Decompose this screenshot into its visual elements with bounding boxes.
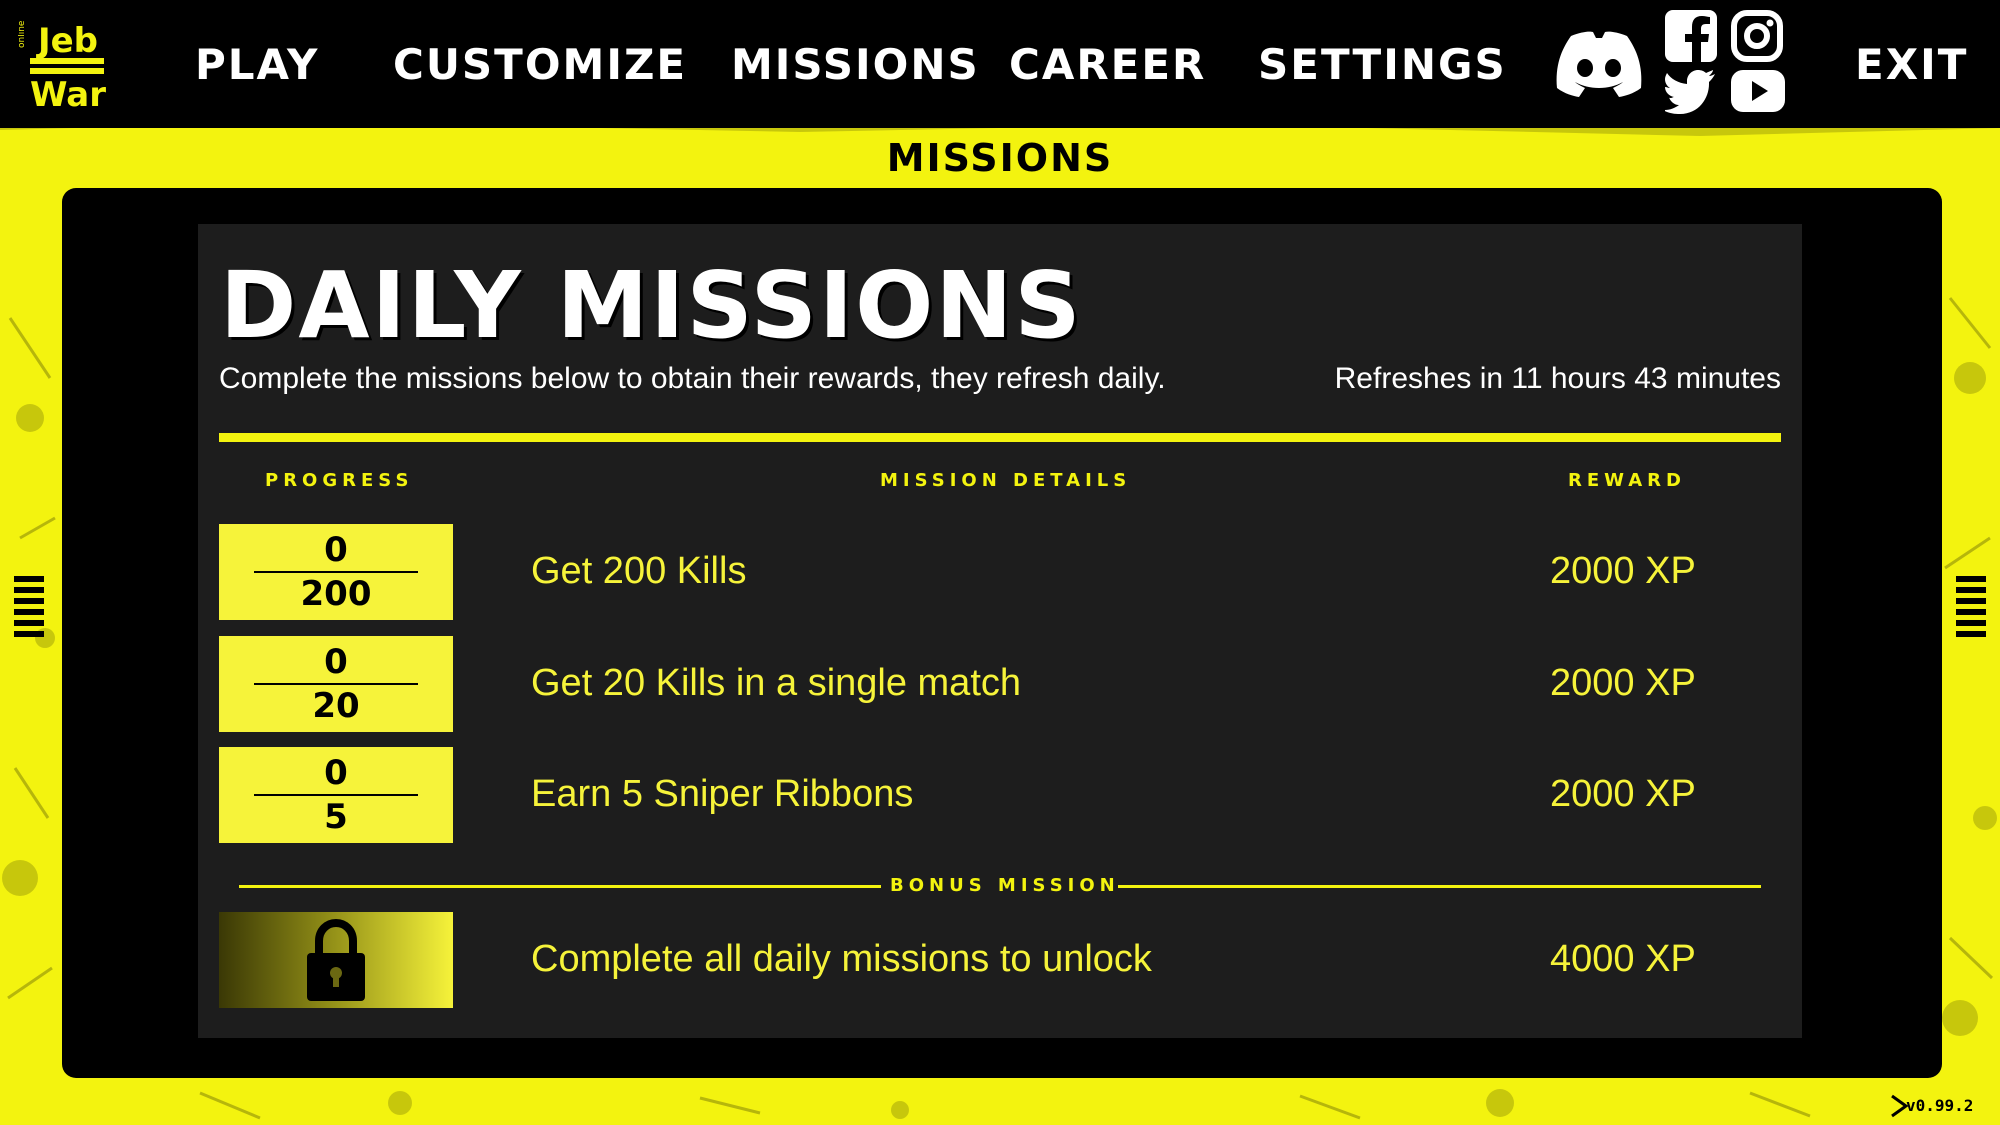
mission-reward: 2000 XP: [1550, 773, 1696, 815]
section-title: MISSIONS: [886, 136, 1114, 180]
progress-current: 0: [324, 753, 348, 793]
column-header-progress: PROGRESS: [265, 470, 414, 491]
title-divider: [219, 433, 1781, 442]
youtube-icon[interactable]: [1731, 70, 1785, 112]
instagram-icon[interactable]: [1731, 10, 1783, 62]
lock-icon: [307, 918, 365, 1001]
progress-current: 0: [324, 642, 348, 682]
twitter-icon[interactable]: [1665, 68, 1717, 114]
nav-play[interactable]: PLAY: [195, 30, 319, 100]
mission-reward: 2000 XP: [1550, 550, 1696, 592]
game-logo[interactable]: Jeb War online: [18, 14, 114, 112]
nav-missions[interactable]: MISSIONS: [731, 30, 980, 100]
left-grip-marks: [14, 576, 44, 642]
bonus-mission-label: BONUS MISSION: [890, 875, 1120, 896]
right-grip-marks: [1956, 576, 1986, 642]
bonus-mission-reward: 4000 XP: [1550, 938, 1696, 980]
fraction-bar: [254, 571, 418, 573]
bonus-mission-details: Complete all daily missions to unlock: [531, 938, 1152, 980]
progress-target: 20: [312, 686, 360, 726]
mission-progress-box: 0 20: [219, 636, 453, 732]
mission-details: Get 200 Kills: [531, 550, 747, 592]
column-header-details: MISSION DETAILS: [880, 470, 1132, 491]
mission-reward: 2000 XP: [1550, 662, 1696, 704]
fraction-bar: [254, 683, 418, 685]
discord-icon[interactable]: [1553, 30, 1645, 98]
nav-customize[interactable]: CUSTOMIZE: [393, 30, 687, 100]
svg-text:War: War: [30, 75, 106, 112]
fraction-bar: [254, 794, 418, 796]
mission-progress-box: 0 200: [219, 524, 453, 620]
nav-career[interactable]: CAREER: [1009, 30, 1206, 100]
nav-settings[interactable]: SETTINGS: [1258, 30, 1507, 100]
svg-text:Jeb: Jeb: [36, 21, 98, 61]
mission-details: Earn 5 Sniper Ribbons: [531, 773, 914, 815]
svg-text:online: online: [18, 20, 27, 48]
mission-progress-box: 0 5: [219, 747, 453, 843]
version-label: v0.99.2: [1906, 1096, 1974, 1115]
mission-details: Get 20 Kills in a single match: [531, 662, 1022, 704]
exit-button[interactable]: EXIT: [1855, 30, 1968, 100]
facebook-icon[interactable]: [1665, 10, 1717, 62]
progress-target: 200: [300, 574, 372, 614]
panel-subtitle: Complete the missions below to obtain th…: [219, 362, 1166, 395]
bonus-divider-left: [239, 885, 881, 888]
column-header-reward: REWARD: [1568, 470, 1686, 491]
page-title: DAILY MISSIONS: [220, 252, 1083, 359]
progress-current: 0: [324, 530, 348, 570]
refresh-timer: Refreshes in 11 hours 43 minutes: [1334, 362, 1781, 395]
progress-target: 5: [324, 797, 348, 837]
bonus-divider-right: [1118, 885, 1761, 888]
bonus-locked-box: [219, 912, 453, 1008]
top-navigation-bar: Jeb War online PLAY CUSTOMIZE MISSIONS C…: [0, 0, 2000, 128]
